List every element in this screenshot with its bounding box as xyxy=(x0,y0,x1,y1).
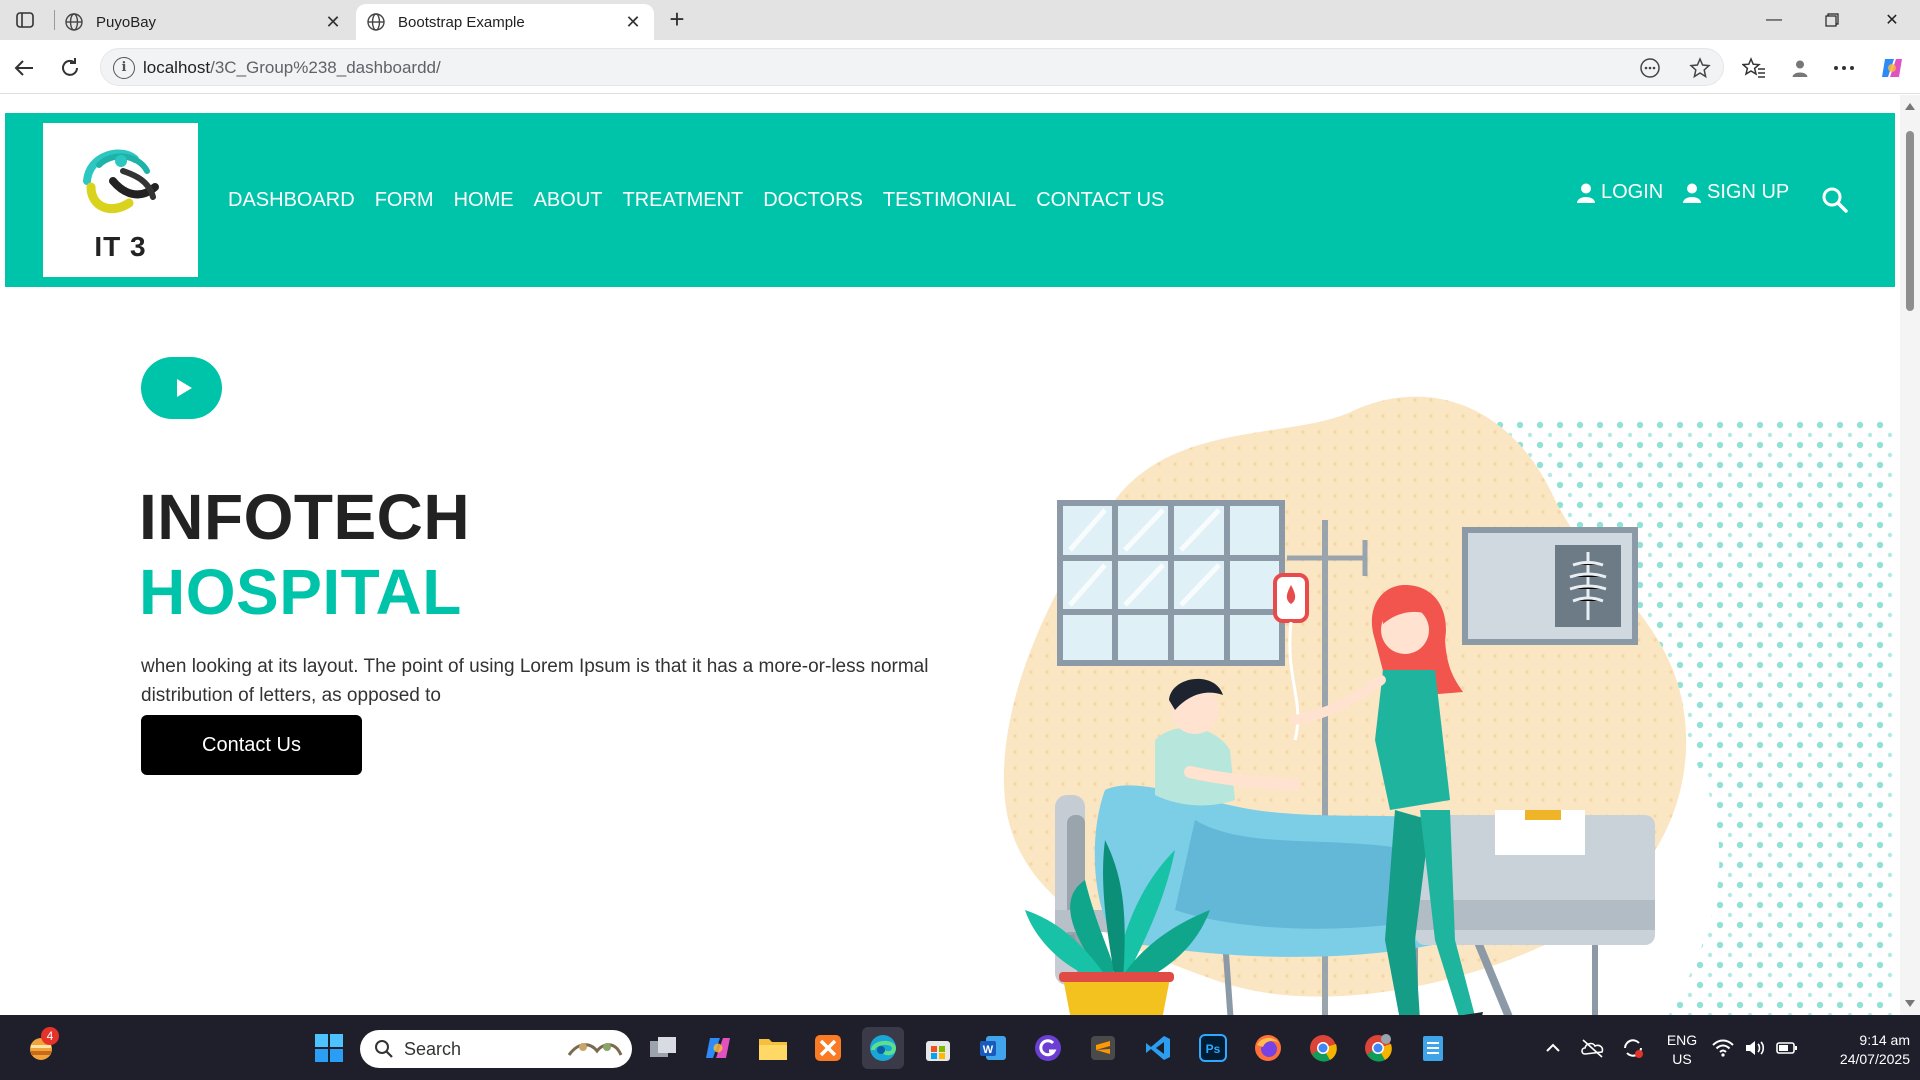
nav-form[interactable]: FORM xyxy=(375,189,434,212)
onedrive-icon[interactable] xyxy=(1572,1027,1614,1069)
sync-status-icon[interactable] xyxy=(1612,1027,1654,1069)
site-info-icon[interactable]: i xyxy=(113,57,135,79)
close-tab-icon[interactable]: ✕ xyxy=(622,11,644,33)
nav-home[interactable]: HOME xyxy=(454,189,514,212)
close-tab-icon[interactable]: ✕ xyxy=(322,11,344,33)
word-icon[interactable]: W xyxy=(972,1027,1014,1069)
search-icon xyxy=(375,1040,393,1058)
url-host: localhost xyxy=(143,58,211,77)
language-code: ENG xyxy=(1666,1032,1698,1048)
tab-bootstrap-example[interactable]: Bootstrap Example ✕ xyxy=(356,4,654,40)
xampp-icon[interactable] xyxy=(807,1027,849,1069)
copilot-app-icon[interactable] xyxy=(697,1027,739,1069)
favorites-icon[interactable] xyxy=(1738,52,1770,84)
nav-dashboard[interactable]: DASHBOARD xyxy=(228,189,355,212)
user-icon xyxy=(1683,183,1701,203)
notification-badge: 4 xyxy=(41,1027,59,1045)
minimize-button[interactable]: — xyxy=(1752,6,1796,34)
sublime-text-icon[interactable] xyxy=(1082,1027,1124,1069)
file-explorer-icon[interactable] xyxy=(752,1027,794,1069)
windows-start-icon[interactable] xyxy=(308,1027,350,1069)
login-label: LOGIN xyxy=(1601,181,1664,203)
clock-time: 9:14 am xyxy=(1859,1032,1910,1048)
chrome-icon[interactable] xyxy=(1302,1027,1344,1069)
scroll-up-arrow[interactable] xyxy=(1905,103,1915,110)
browser-toolbar: i localhost/3C_Group%238_dashboardd/ xyxy=(0,40,1920,94)
vscode-icon[interactable] xyxy=(1137,1027,1179,1069)
main-navigation: DASHBOARD FORM HOME ABOUT TREATMENT DOCT… xyxy=(228,189,1164,212)
contact-us-button[interactable]: Contact Us xyxy=(141,715,362,775)
chrome-profile-icon[interactable] xyxy=(1357,1027,1399,1069)
page-scrollbar[interactable] xyxy=(1900,95,1920,1015)
microsoft-store-icon[interactable] xyxy=(917,1027,959,1069)
svg-text:W: W xyxy=(983,1044,994,1056)
edge-browser-icon[interactable] xyxy=(862,1027,904,1069)
svg-text:Ps: Ps xyxy=(1206,1042,1221,1056)
more-menu-icon[interactable] xyxy=(1828,52,1860,84)
language-indicator[interactable]: ENG US xyxy=(1664,1031,1700,1069)
favorite-star-icon[interactable] xyxy=(1687,55,1713,81)
restore-button[interactable] xyxy=(1810,6,1854,34)
site-logo[interactable]: IT 3 xyxy=(43,123,198,277)
hero-title-line2: HOSPITAL xyxy=(139,556,462,628)
keyboard-region: US xyxy=(1672,1051,1692,1067)
nav-about[interactable]: ABOUT xyxy=(534,189,603,212)
photoshop-icon[interactable]: Ps xyxy=(1192,1027,1234,1069)
nav-doctors[interactable]: DOCTORS xyxy=(763,189,863,212)
copilot-icon[interactable] xyxy=(1876,52,1908,84)
tab-puyobay[interactable]: PuyoBay ✕ xyxy=(54,4,354,40)
signup-label: SIGN UP xyxy=(1707,181,1790,203)
login-link[interactable]: LOGIN xyxy=(1577,181,1663,204)
taskbar-search[interactable]: Search xyxy=(360,1030,632,1068)
site-header: IT 3 DASHBOARD FORM HOME ABOUT TREATMENT… xyxy=(5,113,1895,287)
nav-contact-us[interactable]: CONTACT US xyxy=(1036,189,1164,212)
tab-actions-icon[interactable] xyxy=(12,8,38,32)
volume-icon[interactable] xyxy=(1740,1027,1770,1069)
play-icon xyxy=(177,379,192,397)
search-label: Search xyxy=(404,1039,462,1059)
hero-description: when looking at its layout. The point of… xyxy=(141,656,929,706)
read-aloud-icon[interactable] xyxy=(1637,55,1663,81)
nav-testimonial[interactable]: TESTIMONIAL xyxy=(883,189,1016,212)
tab-title: Bootstrap Example xyxy=(398,13,525,31)
windows-taskbar: Search W Ps ENG US 9:14 am 24/07/2025 xyxy=(0,1015,1920,1080)
scroll-down-arrow[interactable] xyxy=(1905,1000,1915,1007)
hospital-illustration xyxy=(1003,396,1895,1015)
play-video-button[interactable] xyxy=(141,357,222,419)
url-text[interactable]: localhost/3C_Group%238_dashboardd/ xyxy=(143,58,441,78)
user-icon xyxy=(1577,183,1595,203)
globe-icon xyxy=(367,13,385,31)
search-icon[interactable] xyxy=(1820,185,1850,215)
url-path: /3C_Group%238_dashboardd/ xyxy=(210,58,441,77)
wifi-icon[interactable] xyxy=(1708,1027,1738,1069)
hero-title-line1: INFOTECH xyxy=(139,481,471,553)
logo-text: IT 3 xyxy=(94,231,147,262)
new-tab-button[interactable]: + xyxy=(664,6,690,32)
notepad-icon[interactable] xyxy=(1412,1027,1454,1069)
firefox-icon[interactable] xyxy=(1247,1027,1289,1069)
battery-icon[interactable] xyxy=(1772,1027,1802,1069)
grammarly-icon[interactable] xyxy=(1027,1027,1069,1069)
globe-icon xyxy=(65,13,83,31)
back-icon[interactable] xyxy=(8,52,40,84)
task-view-icon[interactable] xyxy=(642,1027,684,1069)
refresh-icon[interactable] xyxy=(54,52,86,84)
logo-mark-icon xyxy=(83,149,159,213)
scroll-thumb[interactable] xyxy=(1906,131,1914,311)
tab-title: PuyoBay xyxy=(96,13,157,31)
profile-icon[interactable] xyxy=(1784,52,1816,84)
address-bar[interactable]: i localhost/3C_Group%238_dashboardd/ xyxy=(100,48,1724,86)
clock-date: 24/07/2025 xyxy=(1839,1051,1910,1067)
show-hidden-icons-chevron-icon[interactable] xyxy=(1532,1027,1574,1069)
clock[interactable]: 9:14 am 24/07/2025 xyxy=(1810,1031,1910,1069)
browser-tab-bar: PuyoBay ✕ Bootstrap Example ✕ + — ✕ xyxy=(0,0,1920,40)
page-viewport: IT 3 DASHBOARD FORM HOME ABOUT TREATMENT… xyxy=(0,95,1900,1015)
close-window-button[interactable]: ✕ xyxy=(1870,6,1914,34)
signup-link[interactable]: SIGN UP xyxy=(1683,181,1789,204)
search-highlight-icon xyxy=(567,1043,623,1056)
nav-treatment[interactable]: TREATMENT xyxy=(623,189,744,212)
